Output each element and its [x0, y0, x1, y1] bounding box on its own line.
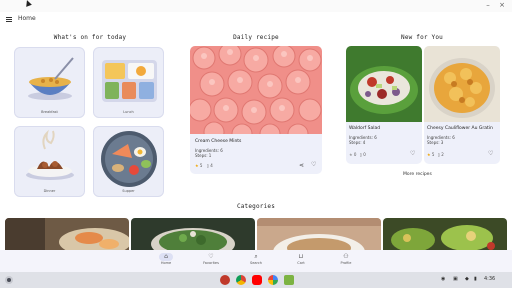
- daily-recipe-title: Daily recipe: [233, 34, 279, 41]
- recipe-name: Cheesy Cauliflower Au Gratin: [427, 126, 493, 131]
- nav-favorites[interactable]: ♡ Favorites: [191, 253, 231, 265]
- dinner-plate-icon: [26, 129, 74, 180]
- search-icon: ⌕: [254, 253, 258, 260]
- recipe-steps: Steps: 3: [427, 140, 444, 145]
- new-for-you-title: New for You: [401, 34, 443, 41]
- mouse-cursor-icon: [24, 0, 32, 7]
- recipe-rating: ★ 5 ▯ 2: [427, 152, 444, 157]
- rating-value: 5: [199, 163, 203, 168]
- breakfast-bowl-icon: [28, 57, 74, 100]
- waldorf-salad-image: [346, 46, 422, 122]
- category-card[interactable]: [5, 218, 129, 252]
- reviews-icon: ▯: [206, 163, 209, 168]
- nav-label: Favorites: [203, 261, 219, 265]
- category-image: [257, 218, 381, 252]
- nav-label: Profile: [340, 261, 352, 265]
- launcher-button[interactable]: [5, 276, 13, 284]
- category-image: [131, 218, 255, 252]
- gmail-app-icon[interactable]: [220, 275, 230, 285]
- reviews-count: 2: [441, 152, 444, 157]
- category-card[interactable]: [383, 218, 507, 252]
- cart-icon: ⊔: [298, 253, 304, 260]
- home-icon: ⌂: [159, 253, 173, 261]
- new-recipe-card[interactable]: Cheesy Cauliflower Au Gratin Ingredients…: [424, 46, 500, 164]
- category-image: [383, 218, 507, 252]
- system-shelf: ◉ ▣ ◆ ▮ 4:36: [0, 272, 512, 288]
- star-icon: ★: [349, 152, 353, 157]
- battery-icon: ▮: [474, 276, 477, 282]
- recipe-rating: ★ 0 ▯ 0: [349, 152, 366, 157]
- rating-value: 5: [431, 152, 435, 157]
- more-recipes-link[interactable]: More recipes: [403, 172, 432, 177]
- meal-label: Dinner: [43, 189, 56, 193]
- minimize-button[interactable]: –: [484, 2, 492, 9]
- cauliflower-gratin-image: [424, 46, 500, 122]
- favorite-icon[interactable]: ♡: [311, 161, 316, 168]
- whats-on-title: What's on for today: [53, 34, 127, 41]
- lunch-tray-icon: [102, 60, 157, 102]
- clipboard-icon[interactable]: ▣: [453, 276, 458, 282]
- recipe-app-icon[interactable]: [284, 275, 294, 285]
- nav-home[interactable]: ⌂ Home: [146, 253, 186, 265]
- share-icon[interactable]: ⋖: [299, 162, 304, 169]
- close-button[interactable]: ×: [498, 2, 506, 9]
- reviews-icon: ▯: [359, 152, 362, 157]
- recipe-name: Cream Cheese Mints: [195, 139, 242, 144]
- meal-label: Breakfast: [41, 110, 58, 114]
- chrome-app-icon[interactable]: [236, 275, 246, 285]
- menu-icon[interactable]: [6, 17, 12, 22]
- heart-icon: ♡: [208, 253, 214, 260]
- meal-tile-breakfast[interactable]: Breakfast: [14, 47, 85, 118]
- supper-plate-icon: [101, 131, 157, 187]
- daily-recipe-image: [190, 46, 322, 134]
- meal-tile-dinner[interactable]: Dinner: [14, 126, 85, 197]
- favorite-icon[interactable]: ♡: [488, 150, 493, 157]
- clock[interactable]: 4:36: [484, 276, 495, 282]
- reviews-count: 4: [210, 163, 213, 168]
- window-titlebar: – ×: [0, 0, 512, 12]
- meal-label: Supper: [122, 189, 135, 193]
- page-title: Home: [18, 15, 36, 22]
- nav-label: Cart: [297, 261, 305, 265]
- new-recipe-card[interactable]: Waldorf Salad Ingredients: 6 Steps: 4 ★ …: [346, 46, 422, 164]
- nav-search[interactable]: ⌕ Search: [236, 253, 276, 265]
- meal-tile-supper[interactable]: Supper: [93, 126, 164, 197]
- recipe-steps: Steps: 4: [349, 140, 366, 145]
- photos-app-icon[interactable]: [268, 275, 278, 285]
- nav-label: Home: [160, 261, 172, 265]
- reviews-icon: ▯: [437, 152, 440, 157]
- recipe-rating: ★ 5 ▯ 4: [195, 163, 213, 168]
- network-icon: ◆: [465, 276, 469, 282]
- recipe-steps: Steps: 1: [195, 153, 212, 158]
- daily-recipe-card[interactable]: Cream Cheese Mints Ingredients: 6 Steps:…: [190, 46, 322, 174]
- meal-tile-lunch[interactable]: Lunch: [93, 47, 164, 118]
- category-image: [5, 218, 129, 252]
- category-card[interactable]: [131, 218, 255, 252]
- record-icon[interactable]: ◉: [441, 276, 445, 282]
- star-icon: ★: [195, 163, 199, 168]
- youtube-app-icon[interactable]: [252, 275, 262, 285]
- nav-profile[interactable]: ⚇ Profile: [326, 253, 366, 265]
- profile-icon: ⚇: [343, 253, 349, 260]
- app-bar: Home: [0, 12, 512, 28]
- rating-value: 0: [353, 152, 357, 157]
- favorite-icon[interactable]: ♡: [410, 150, 415, 157]
- bottom-navigation: ⌂ Home ♡ Favorites ⌕ Search ⊔ Cart ⚇ Pro…: [0, 250, 512, 272]
- nav-cart[interactable]: ⊔ Cart: [281, 253, 321, 265]
- star-icon: ★: [427, 152, 431, 157]
- categories-title: Categories: [236, 203, 276, 210]
- nav-label: Search: [249, 261, 263, 265]
- category-card[interactable]: [257, 218, 381, 252]
- recipe-name: Waldorf Salad: [349, 126, 381, 131]
- reviews-count: 0: [363, 152, 366, 157]
- meal-label: Lunch: [123, 110, 134, 114]
